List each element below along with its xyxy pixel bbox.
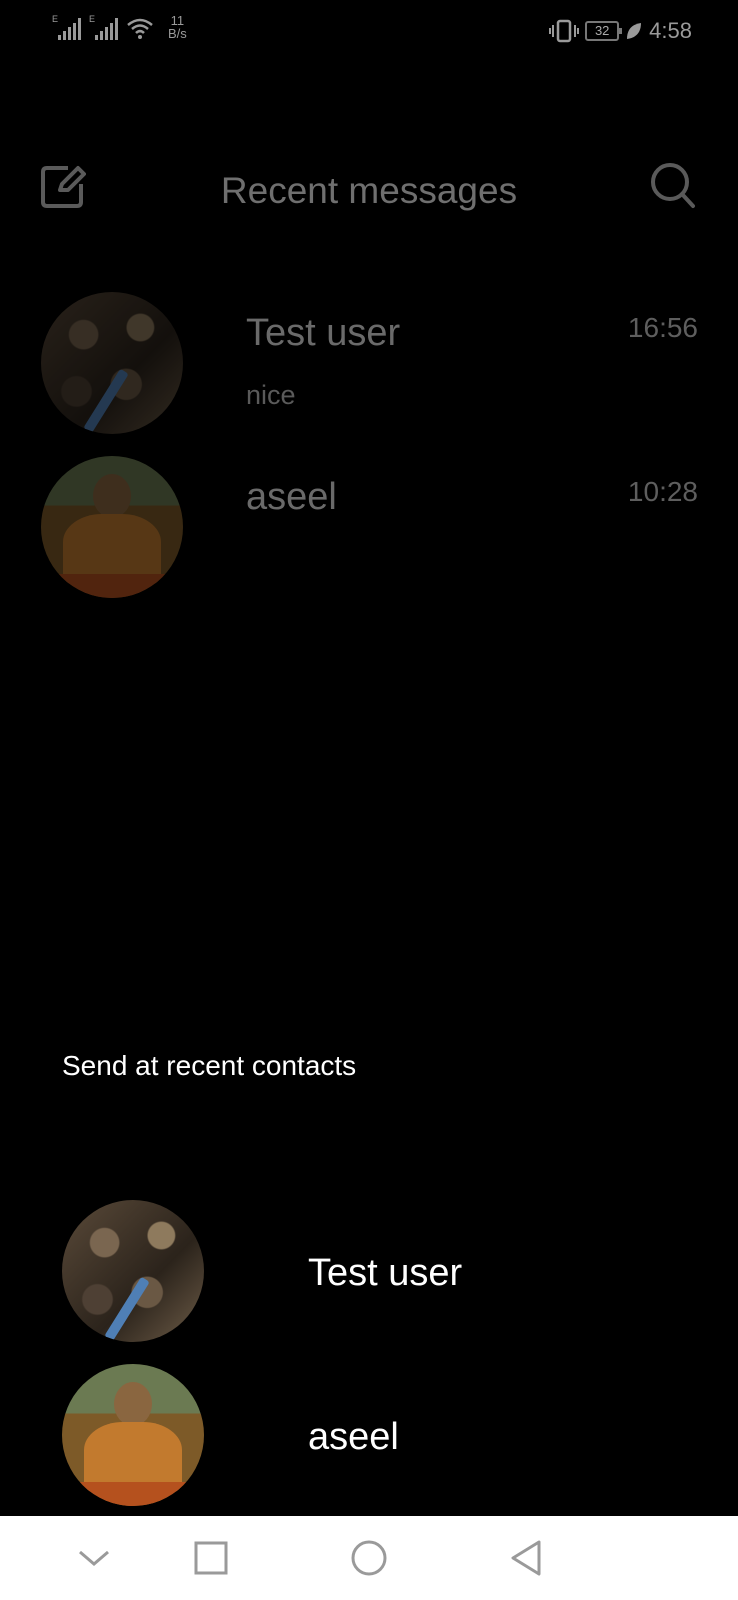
conversation-time: 16:56 — [627, 312, 698, 343]
contact-item[interactable]: Test user — [0, 1200, 738, 1350]
page-title: Recent messages — [220, 170, 518, 211]
battery-icon: 32 — [585, 21, 623, 41]
speed-unit: B/s — [168, 26, 187, 41]
conversation-name: aseel — [246, 476, 337, 518]
back-icon[interactable] — [505, 1536, 549, 1580]
network-type: E — [52, 14, 59, 24]
network-type: E — [89, 14, 96, 24]
contact-name: aseel — [308, 1416, 399, 1458]
leaf-icon — [627, 23, 642, 39]
status-right: 32 4:58 — [549, 18, 692, 44]
signal-icon: E — [52, 14, 81, 40]
contact-name: Test user — [308, 1252, 463, 1294]
recents-icon[interactable] — [189, 1536, 233, 1580]
navigation-bar — [0, 1516, 738, 1600]
search-icon[interactable] — [650, 162, 696, 212]
battery-level: 32 — [594, 23, 610, 38]
conversation-name: Test user — [246, 312, 401, 354]
clock: 4:58 — [649, 18, 692, 43]
avatar — [62, 1364, 204, 1506]
signal-icon: E — [89, 14, 118, 40]
section-title: Send at recent contacts — [62, 1050, 357, 1081]
avatar — [41, 456, 183, 598]
home-icon[interactable] — [347, 1536, 391, 1580]
vibrate-icon — [549, 19, 580, 43]
network-speed: 11 B/s — [168, 14, 187, 40]
wifi-icon — [127, 18, 153, 39]
conversation-preview: nice — [246, 380, 296, 410]
avatar — [62, 1200, 204, 1342]
avatar — [41, 292, 183, 434]
chevron-down-icon[interactable] — [72, 1536, 116, 1580]
conversation-time: 10:28 — [627, 476, 698, 507]
contact-item[interactable]: aseel — [0, 1364, 738, 1514]
app-header: Recent messages — [0, 150, 738, 230]
conversation-item[interactable]: Test user 16:56 nice — [0, 292, 738, 442]
conversation-item[interactable]: aseel 10:28 — [0, 456, 738, 606]
status-left: E E 11 B/s — [52, 14, 187, 40]
status-bar: E E 11 B/s 32 4:58 — [0, 0, 738, 62]
